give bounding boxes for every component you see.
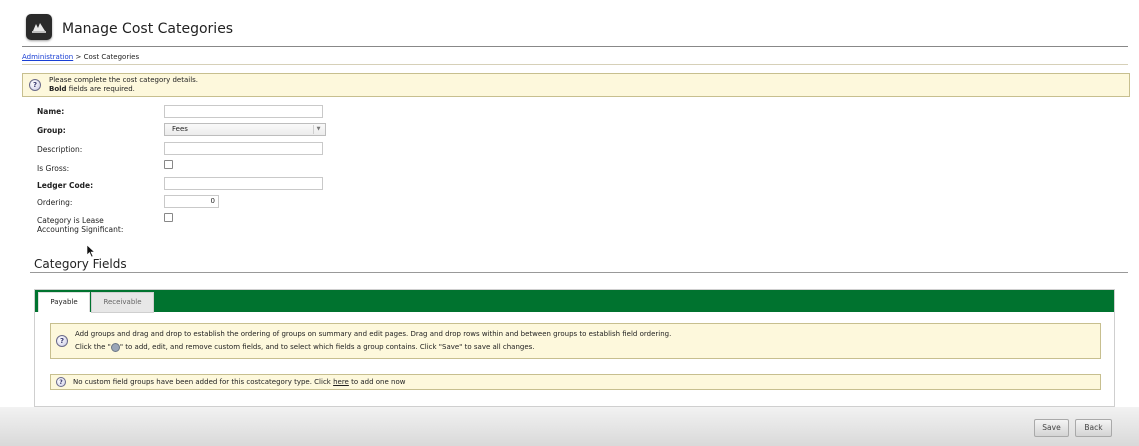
info-line2-b: " to add, edit, and remove custom fields… <box>119 343 535 351</box>
group-select[interactable]: Fees ▼ <box>164 123 326 136</box>
info-line2: Click the " " to add, edit, and remove cu… <box>75 341 671 354</box>
is-gross-checkbox[interactable] <box>164 160 173 169</box>
notice-rest: fields are required. <box>68 85 135 93</box>
breadcrumb-separator: > <box>75 53 82 61</box>
notice-text: Please complete the cost category detail… <box>49 76 198 94</box>
category-fields-title: Category Fields <box>34 257 127 271</box>
info-line2-a: Click the " <box>75 343 111 351</box>
group-selected-value: Fees <box>172 125 188 133</box>
category-fields-panel: Payable Receivable ? Add groups and drag… <box>34 289 1115 407</box>
name-label: Name: <box>37 107 65 116</box>
lease-significant-checkbox[interactable] <box>164 213 173 222</box>
footer-bar <box>0 407 1139 446</box>
description-field[interactable] <box>164 142 323 155</box>
is-gross-label: Is Gross: <box>37 164 70 173</box>
breadcrumb-divider <box>22 64 1128 65</box>
ordering-field[interactable]: 0 <box>164 195 219 208</box>
mouse-cursor-icon <box>86 244 96 258</box>
group-label: Group: <box>37 126 66 135</box>
add-group-link[interactable]: here <box>333 378 349 386</box>
tab-bar: Payable Receivable <box>35 290 1114 313</box>
empty-groups-text: No custom field groups have been added f… <box>73 378 405 387</box>
category-fields-info-text: Add groups and drag and drop to establis… <box>75 328 671 354</box>
info-icon: ? <box>29 79 41 91</box>
notice-bold: Bold <box>49 85 67 93</box>
gear-icon <box>110 342 120 352</box>
info-icon: ? <box>56 377 66 387</box>
breadcrumb-administration-link[interactable]: Administration <box>22 53 73 61</box>
page-title: Manage Cost Categories <box>62 21 234 37</box>
breadcrumb-current: Cost Categories <box>83 53 140 61</box>
category-fields-info: ? Add groups and drag and drop to establ… <box>50 323 1101 359</box>
page: Manage Cost Categories Administration > … <box>0 0 1139 446</box>
name-field[interactable] <box>164 105 323 118</box>
app-logo-icon <box>26 14 52 40</box>
tab-payable[interactable]: Payable <box>38 292 90 312</box>
header-divider <box>22 46 1128 47</box>
section-divider <box>30 272 1128 273</box>
info-icon: ? <box>56 335 68 347</box>
notice-line2: Bold fields are required. <box>49 85 198 94</box>
empty-groups-text-a: No custom field groups have been added f… <box>73 377 331 386</box>
tab-receivable[interactable]: Receivable <box>91 292 154 313</box>
info-notice: ? Please complete the cost category deta… <box>22 73 1130 97</box>
lease-significant-label: Category is Lease Accounting Significant… <box>37 216 124 234</box>
back-button[interactable]: Back <box>1075 419 1112 437</box>
chevron-down-icon[interactable]: ▼ <box>313 125 323 134</box>
empty-groups-text-b: to add one now <box>351 377 406 386</box>
ledger-code-field[interactable] <box>164 177 323 190</box>
ordering-label: Ordering: <box>37 198 73 207</box>
save-button[interactable]: Save <box>1034 419 1069 437</box>
breadcrumb: Administration > Cost Categories <box>22 53 139 61</box>
description-label: Description: <box>37 145 83 154</box>
notice-line1: Please complete the cost category detail… <box>49 76 199 84</box>
ledger-code-label: Ledger Code: <box>37 181 94 190</box>
info-line1: Add groups and drag and drop to establis… <box>75 330 672 338</box>
empty-groups-notice: ? No custom field groups have been added… <box>50 374 1101 390</box>
